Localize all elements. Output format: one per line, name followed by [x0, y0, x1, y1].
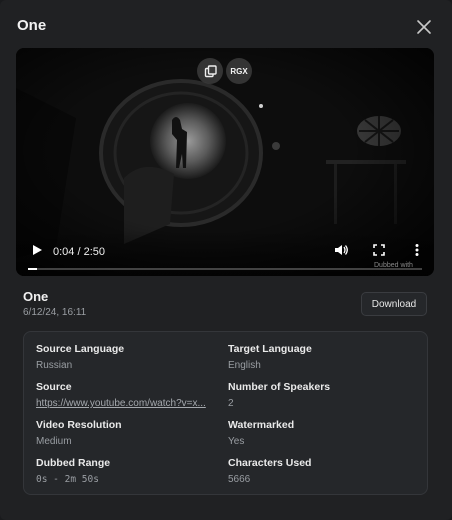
dub-date: 6/12/24, 16:11 — [23, 307, 87, 318]
fullscreen-icon[interactable] — [371, 242, 387, 263]
field-value: English — [228, 360, 261, 371]
close-icon[interactable] — [414, 17, 434, 37]
source-field: Source https://www.youtube.com/watch?v=x… — [36, 381, 222, 409]
play-icon[interactable] — [30, 243, 44, 262]
field-value: Yes — [228, 436, 245, 447]
resolution-field: Video Resolution Medium — [36, 419, 222, 447]
field-value: Medium — [36, 436, 72, 447]
dub-name: One — [23, 289, 49, 304]
characters-field: Characters Used 5666 — [228, 457, 414, 485]
download-button[interactable]: Download — [361, 292, 427, 316]
field-label: Source Language — [36, 343, 125, 355]
details-card: Source Language Russian Target Language … — [23, 331, 428, 495]
field-label: Target Language — [228, 343, 312, 355]
rgx-button[interactable]: RGX — [226, 58, 252, 84]
field-value: Russian — [36, 360, 73, 371]
target-language-field: Target Language English — [228, 343, 414, 371]
dub-details-dialog: One RGX 0:04 / 2:50 Dubbed with One 6/12… — [0, 0, 452, 520]
field-label: Characters Used — [228, 457, 312, 469]
field-label: Number of Speakers — [228, 381, 331, 393]
speakers-field: Number of Speakers 2 — [228, 381, 414, 409]
field-value: 0s - 2m 50s — [36, 474, 99, 485]
video-player[interactable]: RGX 0:04 / 2:50 Dubbed with — [16, 48, 434, 276]
video-controls: 0:04 / 2:50 Dubbed with — [16, 230, 434, 276]
field-label: Source — [36, 381, 72, 393]
copy-button[interactable] — [197, 58, 223, 84]
copy-icon — [204, 64, 217, 77]
field-value: 2 — [228, 398, 234, 409]
field-label: Watermarked — [228, 419, 295, 431]
field-value: 5666 — [228, 474, 251, 485]
source-link[interactable]: https://www.youtube.com/watch?v=x... — [36, 398, 222, 409]
watermarked-field: Watermarked Yes — [228, 419, 414, 447]
field-label: Dubbed Range — [36, 457, 111, 469]
dialog-title: One — [17, 17, 47, 34]
source-language-field: Source Language Russian — [36, 343, 222, 371]
dubbed-range-field: Dubbed Range 0s - 2m 50s — [36, 457, 222, 485]
video-progress-fill — [28, 268, 38, 270]
video-time: 0:04 / 2:50 — [53, 246, 105, 258]
video-progress-bar[interactable] — [28, 268, 422, 270]
more-vertical-icon[interactable] — [409, 242, 425, 263]
field-label: Video Resolution — [36, 419, 122, 431]
volume-icon[interactable] — [333, 242, 349, 263]
